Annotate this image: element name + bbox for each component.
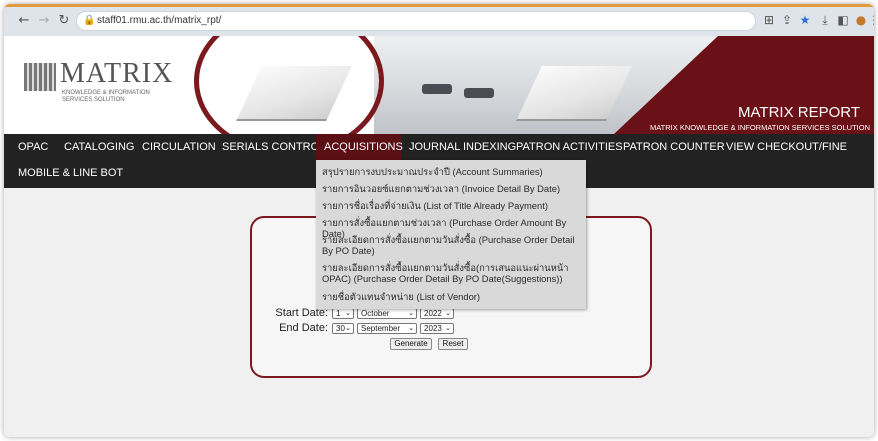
lock-icon: 🔒 — [83, 15, 96, 26]
reset-button[interactable]: Reset — [438, 338, 468, 350]
matrix-logo-icon — [24, 63, 56, 91]
menu-item-opac[interactable]: OPAC — [10, 134, 56, 160]
menu-item-patron-activities[interactable]: PATRON ACTIVITIES — [508, 134, 631, 160]
dropdown-item-account-summaries[interactable]: สรุปรายการงบประมาณประจำปี (Account Summa… — [322, 166, 584, 177]
profile-icon[interactable]: ● — [854, 13, 868, 27]
end-year-value: 2023 — [424, 324, 442, 333]
menu-item-journal-indexing[interactable]: JOURNAL INDEXING — [401, 134, 524, 160]
menu-item-view-checkout-fine[interactable]: VIEW CHECKOUT/FINE — [718, 134, 855, 160]
chevron-down-icon: ⌄ — [445, 324, 451, 332]
start-day-select[interactable]: 1 ⌄ — [332, 308, 354, 319]
download-icon[interactable]: ⤓ — [818, 13, 832, 27]
site-banner: MATRIX KNOWLEDGE & INFORMATION SERVICES … — [4, 36, 874, 134]
chevron-down-icon: ⌄ — [345, 324, 351, 332]
report-subtitle: MATRIX KNOWLEDGE & INFORMATION SERVICES … — [649, 123, 870, 132]
star-icon[interactable]: ★ — [798, 13, 812, 27]
start-year-select[interactable]: 2022 ⌄ — [420, 308, 454, 319]
logo-subtitle-line: KNOWLEDGE & INFORMATION — [62, 90, 150, 96]
banner-chair — [422, 84, 452, 94]
sidepanel-icon[interactable]: ◧ — [836, 13, 850, 27]
start-year-value: 2022 — [424, 309, 442, 318]
tab-accent-line — [4, 4, 874, 7]
logo-text: MATRIX — [60, 58, 174, 89]
end-date-label: End Date: — [279, 322, 328, 334]
end-month-select[interactable]: September ⌄ — [357, 323, 417, 334]
start-day-value: 1 — [336, 309, 341, 318]
menu-item-mobile-line-bot[interactable]: MOBILE & LINE BOT — [10, 160, 131, 186]
address-url: staff01.rmu.ac.th/matrix_rpt/ — [97, 15, 222, 26]
end-year-select[interactable]: 2023 ⌄ — [420, 323, 454, 334]
menu-item-acquisitions[interactable]: ACQUISITIONS — [316, 134, 403, 160]
browser-window: ← → ↻ 🔒 staff01.rmu.ac.th/matrix_rpt/ ⊞ … — [4, 4, 874, 437]
share-icon[interactable]: ⇪ — [780, 13, 794, 27]
dropdown-item-invoice-detail[interactable]: รายการอินวอยซ์แยกตามช่วงเวลา (Invoice De… — [322, 183, 584, 194]
dropdown-item-title-already-payment[interactable]: รายการชื่อเรื่องที่จ่ายเงิน (List of Tit… — [322, 200, 584, 211]
logo-subtitle-line: SERVICES SOLUTION — [62, 97, 125, 103]
chevron-down-icon: ⌄ — [408, 309, 414, 317]
chevron-down-icon: ⌄ — [345, 309, 351, 317]
start-month-value: October — [361, 309, 390, 318]
chevron-down-icon: ⌄ — [445, 309, 451, 317]
end-day-value: 30 — [336, 324, 345, 333]
back-icon[interactable]: ← — [16, 13, 32, 29]
browser-toolbar: ← → ↻ 🔒 staff01.rmu.ac.th/matrix_rpt/ ⊞ … — [4, 4, 874, 36]
acquisitions-dropdown-menu: สรุปรายการงบประมาณประจำปี (Account Summa… — [316, 160, 586, 309]
reload-icon[interactable]: ↻ — [56, 13, 72, 29]
end-day-select[interactable]: 30 ⌄ — [332, 323, 354, 334]
dropdown-item-po-detail-by-po-date[interactable]: รายละเอียดการสั่งซื้อแยกตามวันสั่งซื้อ (… — [322, 234, 584, 256]
menu-item-patron-counter[interactable]: PATRON COUNTER — [615, 134, 733, 160]
logo-subtitle: KNOWLEDGE & INFORMATION SERVICES SOLUTIO… — [62, 90, 150, 104]
generate-button[interactable]: Generate — [390, 338, 432, 350]
dropdown-item-list-of-vendor[interactable]: รายชื่อตัวแทนจำหน่าย (List of Vendor) — [322, 291, 584, 302]
forward-icon[interactable]: → — [36, 13, 52, 29]
menu-icon[interactable]: ⋮ — [868, 13, 874, 27]
chevron-down-icon: ⌄ — [408, 324, 414, 332]
menu-item-cataloging[interactable]: CATALOGING — [56, 134, 143, 160]
translate-icon[interactable]: ⊞ — [762, 13, 776, 27]
dropdown-item-po-detail-suggestions[interactable]: รายละเอียดการสั่งซื้อแยกตามวันสั่งซื้อ(ก… — [322, 262, 584, 284]
report-title: MATRIX REPORT — [738, 104, 860, 121]
menu-item-circulation[interactable]: CIRCULATION — [134, 134, 224, 160]
end-month-value: September — [361, 324, 401, 333]
start-month-select[interactable]: October ⌄ — [357, 308, 417, 319]
address-bar[interactable]: 🔒 staff01.rmu.ac.th/matrix_rpt/ — [76, 11, 756, 31]
banner-chair — [464, 88, 494, 98]
